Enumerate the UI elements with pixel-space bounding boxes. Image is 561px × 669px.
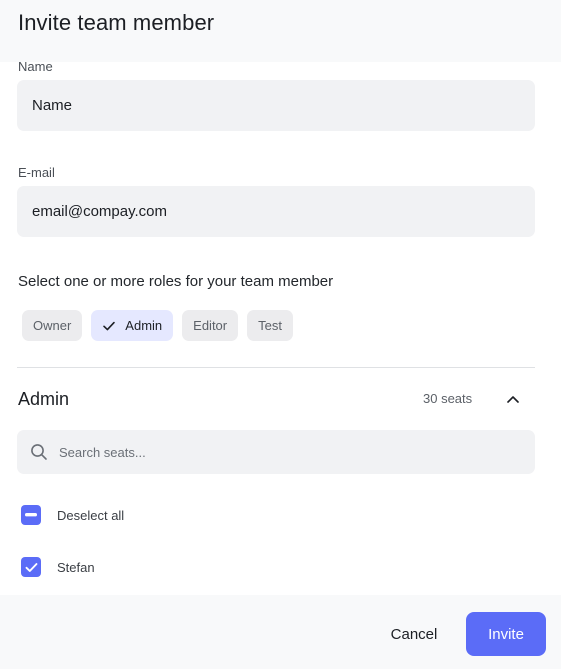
role-chip-label: Test bbox=[258, 318, 282, 333]
member-row[interactable]: Stefan bbox=[21, 557, 95, 577]
invite-team-member-dialog: Invite team member Name Name E-mail emai… bbox=[0, 0, 561, 669]
role-chip-owner[interactable]: Owner bbox=[22, 310, 83, 341]
name-field[interactable]: Name bbox=[17, 80, 535, 131]
collapse-section-button[interactable] bbox=[500, 389, 526, 409]
check-icon bbox=[103, 321, 116, 330]
search-seats-input[interactable] bbox=[59, 444, 499, 460]
chevron-up-icon bbox=[507, 395, 519, 403]
seats-section-title: Admin bbox=[18, 389, 70, 409]
deselect-all-checkbox[interactable] bbox=[21, 505, 41, 525]
name-field-label: Name bbox=[18, 59, 53, 74]
check-icon bbox=[25, 562, 37, 572]
dialog-title: Invite team member bbox=[18, 10, 215, 35]
roles-prompt: Select one or more roles for your team m… bbox=[18, 273, 334, 290]
email-field[interactable]: email@compay.com bbox=[17, 186, 535, 237]
search-icon bbox=[29, 442, 49, 462]
email-field-label: E-mail bbox=[18, 165, 55, 180]
minus-icon bbox=[25, 513, 37, 517]
member-name: Stefan bbox=[57, 559, 95, 575]
member-checkbox[interactable] bbox=[21, 557, 41, 577]
role-chip-editor[interactable]: Editor bbox=[182, 310, 239, 341]
cancel-button[interactable]: Cancel bbox=[375, 612, 453, 656]
dialog-footer: Cancel Invite bbox=[0, 595, 561, 669]
section-divider bbox=[17, 367, 535, 368]
role-chips: Owner Admin Editor Test bbox=[22, 310, 293, 341]
role-chip-test[interactable]: Test bbox=[247, 310, 293, 341]
role-chip-label: Admin bbox=[125, 318, 163, 333]
role-chip-label: Editor bbox=[193, 318, 228, 333]
seats-count: 30 seats bbox=[423, 391, 473, 406]
deselect-all-row[interactable]: Deselect all bbox=[21, 505, 124, 525]
role-chip-admin[interactable]: Admin bbox=[91, 310, 174, 341]
invite-button[interactable]: Invite bbox=[466, 612, 546, 656]
deselect-all-label: Deselect all bbox=[57, 507, 125, 523]
dialog-header: Invite team member bbox=[0, 0, 561, 62]
role-chip-label: Owner bbox=[33, 318, 72, 333]
seats-search bbox=[17, 430, 535, 474]
